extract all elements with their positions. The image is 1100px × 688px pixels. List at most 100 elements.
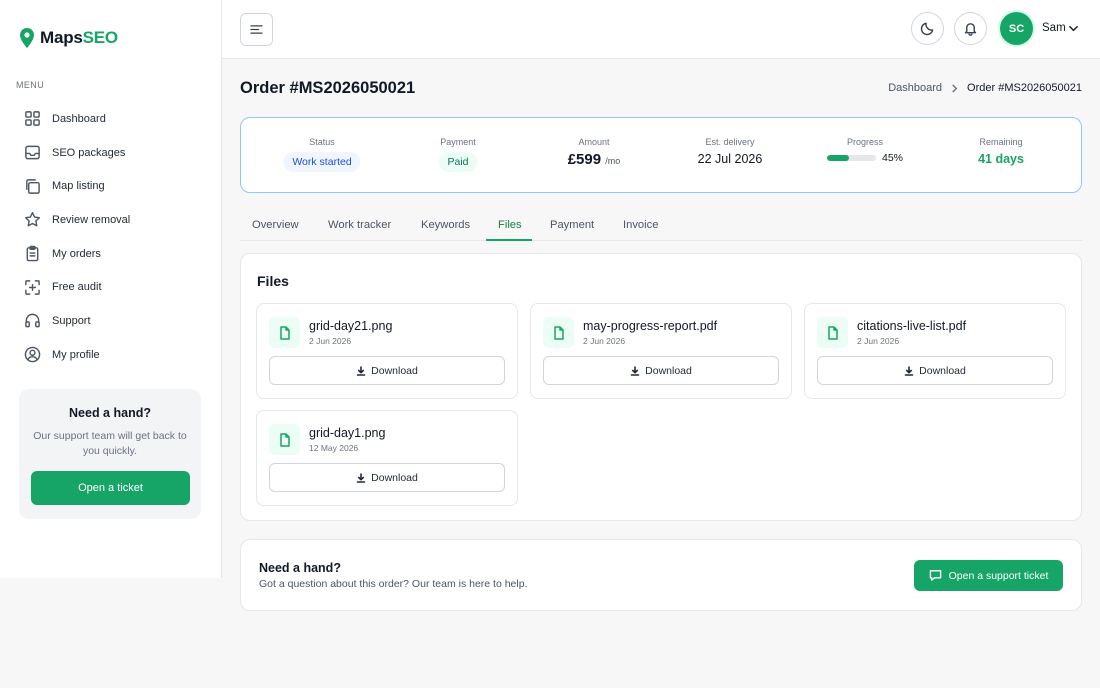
remaining-value: 41 days: [978, 152, 1024, 166]
notifications-button[interactable]: [954, 12, 987, 45]
download-label: Download: [371, 364, 418, 377]
file-icon: [553, 325, 564, 340]
bell-icon: [964, 23, 977, 36]
sidebar-item-seo-packages[interactable]: SEO packages: [0, 136, 221, 170]
sidebar-item-my-orders[interactable]: My orders: [0, 237, 221, 271]
progress-bar: [826, 155, 876, 161]
star-icon: [24, 212, 41, 227]
file-card: grid-day21.png 2 Jun 2026 Download: [256, 303, 518, 399]
scan-plus-icon: [25, 279, 40, 295]
download-icon: [630, 365, 640, 376]
sidebar-item-label: Support: [52, 314, 91, 327]
sidebar-item-label: Review removal: [52, 213, 131, 226]
breadcrumb-dashboard-link[interactable]: Dashboard: [888, 82, 942, 94]
download-label: Download: [371, 471, 418, 484]
file-icon-box: [543, 317, 574, 348]
file-date: 12 May 2026: [309, 443, 359, 453]
inbox-icon: [25, 145, 40, 160]
brand-logo[interactable]: MapsSEO: [20, 28, 118, 48]
file-card: citations-live-list.pdf 2 Jun 2026 Downl…: [804, 303, 1066, 399]
chevron-right-icon: [952, 83, 958, 93]
sidebar-item-review-removal[interactable]: Review removal: [0, 203, 221, 237]
download-icon: [904, 365, 914, 376]
map-pin-icon: [20, 28, 34, 48]
breadcrumb-current: Order #MS2026050021: [967, 82, 1082, 94]
progress-stat: Progress 45%: [826, 137, 903, 164]
tab-invoice[interactable]: Invoice: [623, 219, 658, 231]
file-icon: [279, 325, 290, 340]
file-icon-box: [269, 317, 300, 348]
breadcrumb: Dashboard Order #MS2026050021: [888, 82, 1082, 94]
user-name[interactable]: Sam: [1042, 22, 1066, 34]
file-icon-box: [269, 424, 300, 455]
status-badge: Work started: [283, 152, 361, 172]
file-icon: [827, 325, 838, 340]
file-name: citations-live-list.pdf: [857, 319, 967, 333]
clipboard-icon: [26, 245, 39, 262]
sidebar-item-dashboard[interactable]: Dashboard: [0, 102, 221, 136]
payment-stat: Payment Paid: [438, 137, 478, 172]
remaining-stat: Remaining 41 days: [978, 137, 1024, 166]
order-summary-card: Status Work started Payment Paid Amount …: [240, 117, 1082, 193]
file-card: may-progress-report.pdf 2 Jun 2026 Downl…: [530, 303, 792, 399]
download-label: Download: [919, 364, 966, 377]
help-card: Need a hand? Our support team will get b…: [19, 389, 201, 519]
sidebar-item-free-audit[interactable]: Free audit: [0, 270, 221, 304]
sidebar: MapsSEO MENU Dashboard SEO packages Map …: [0, 0, 222, 578]
sidebar-item-support[interactable]: Support: [0, 304, 221, 338]
tab-overview[interactable]: Overview: [252, 219, 299, 231]
file-icon-box: [817, 317, 848, 348]
chevron-down-icon[interactable]: [1068, 23, 1079, 34]
dark-mode-toggle[interactable]: [911, 12, 944, 45]
open-support-ticket-button[interactable]: Open a support ticket: [914, 560, 1063, 591]
support-title: Need a hand?: [259, 561, 341, 575]
page-title: Order #MS2026050021: [240, 79, 416, 97]
tab-keywords[interactable]: Keywords: [421, 219, 470, 231]
tab-files[interactable]: Files: [498, 219, 522, 231]
amount-label: Amount: [578, 137, 610, 147]
file-name: grid-day1.png: [309, 426, 386, 440]
active-tab-indicator: [486, 239, 532, 241]
status-stat: Status Work started: [283, 137, 361, 172]
brand-name: MapsSEO: [40, 28, 118, 47]
support-button-label: Open a support ticket: [948, 569, 1049, 582]
amount-stat: Amount £599 /mo: [568, 137, 621, 168]
sidebar-nav: Dashboard SEO packages Map listing Revie…: [0, 102, 221, 372]
download-button[interactable]: Download: [543, 356, 779, 385]
menu-icon: [250, 25, 263, 34]
sidebar-item-my-profile[interactable]: My profile: [0, 338, 221, 372]
sidebar-item-label: Map listing: [52, 180, 105, 193]
message-icon: [929, 570, 941, 581]
top-header: SC Sam: [222, 0, 1100, 59]
amount-unit: /mo: [605, 156, 621, 166]
copy-icon: [26, 178, 40, 194]
delivery-value: 22 Jul 2026: [697, 152, 763, 166]
payment-badge: Paid: [438, 152, 478, 172]
menu-toggle-button[interactable]: [240, 13, 273, 46]
download-button[interactable]: Download: [817, 356, 1053, 385]
user-circle-icon: [24, 346, 41, 363]
open-ticket-button[interactable]: Open a ticket: [31, 471, 190, 505]
file-date: 2 Jun 2026: [309, 336, 352, 346]
moon-icon: [920, 22, 934, 36]
file-name: may-progress-report.pdf: [583, 319, 718, 333]
sidebar-item-map-listing[interactable]: Map listing: [0, 169, 221, 203]
sidebar-item-label: My orders: [52, 247, 101, 260]
download-icon: [356, 472, 366, 483]
download-label: Download: [645, 364, 692, 377]
sidebar-item-label: SEO packages: [52, 146, 126, 159]
avatar[interactable]: SC: [1000, 12, 1033, 45]
file-date: 2 Jun 2026: [583, 336, 626, 346]
file-icon: [279, 432, 290, 447]
sidebar-item-label: My profile: [52, 348, 100, 361]
progress-label: Progress: [846, 137, 884, 147]
tab-payment[interactable]: Payment: [550, 219, 594, 231]
download-button[interactable]: Download: [269, 356, 505, 385]
download-button[interactable]: Download: [269, 463, 505, 492]
file-name: grid-day21.png: [309, 319, 393, 333]
tab-work-tracker[interactable]: Work tracker: [328, 219, 391, 231]
order-tabs: Overview Work tracker Keywords Files Pay…: [240, 212, 1082, 241]
amount-value: £599 /mo: [567, 151, 621, 168]
files-panel: Files grid-day21.png 2 Jun 2026 Download…: [240, 253, 1082, 521]
remaining-label: Remaining: [979, 137, 1023, 147]
